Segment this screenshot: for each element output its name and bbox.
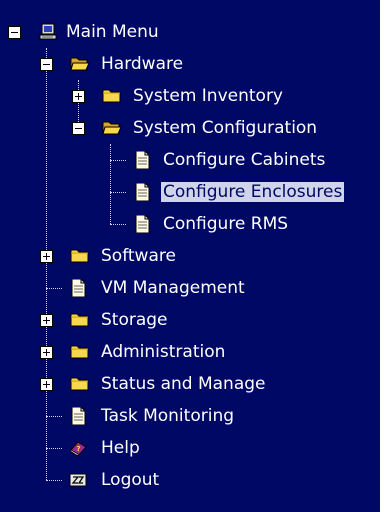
tree-node-label[interactable]: Hardware <box>101 54 183 74</box>
tree-node-help[interactable]: ? Help <box>0 432 380 464</box>
expand-toggle[interactable] <box>40 346 53 359</box>
help-book-icon: ? <box>69 441 87 457</box>
sleep-zz-icon <box>69 473 87 487</box>
tree-node-label[interactable]: Status and Manage <box>101 374 266 394</box>
tree-node-administration[interactable]: Administration <box>0 336 380 368</box>
tree-node-configure-cabinets[interactable]: Configure Cabinets <box>0 144 380 176</box>
tree-node-label[interactable]: Storage <box>101 310 168 330</box>
tree-node-label[interactable]: Administration <box>101 342 225 362</box>
document-icon <box>71 279 86 297</box>
collapse-toggle[interactable] <box>40 58 53 71</box>
collapse-toggle[interactable] <box>8 26 21 39</box>
tree-node-label[interactable]: System Configuration <box>133 118 317 138</box>
tree-node-system-configuration[interactable]: System Configuration <box>0 112 380 144</box>
tree-node-label[interactable]: Help <box>101 438 140 458</box>
folder-icon <box>102 89 121 103</box>
tree-node-configure-enclosures[interactable]: Configure Enclosures <box>0 176 380 208</box>
tree-node-label[interactable]: Configure RMS <box>163 214 288 234</box>
collapse-toggle[interactable] <box>72 122 85 135</box>
tree-node-status-and-manage[interactable]: Status and Manage <box>0 368 380 400</box>
tree-node-main-menu[interactable]: Main Menu <box>0 16 380 48</box>
svg-text:?: ? <box>77 445 81 453</box>
tree-node-label[interactable]: Main Menu <box>66 22 159 42</box>
document-icon <box>71 407 86 425</box>
tree-node-label[interactable]: Software <box>101 246 176 266</box>
expand-toggle[interactable] <box>40 378 53 391</box>
tree-node-task-monitoring[interactable]: Task Monitoring <box>0 400 380 432</box>
tree-node-label[interactable]: Task Monitoring <box>101 406 234 426</box>
folder-icon <box>70 313 89 327</box>
document-icon <box>135 151 150 169</box>
tree-node-label[interactable]: VM Management <box>101 278 245 298</box>
document-icon <box>135 183 150 201</box>
tree-node-vm-management[interactable]: VM Management <box>0 272 380 304</box>
document-icon <box>135 215 150 233</box>
computer-icon <box>39 23 57 40</box>
tree-node-logout[interactable]: Logout <box>0 464 380 496</box>
expand-toggle[interactable] <box>40 250 53 263</box>
main-menu-tree: Main Menu Hardware System Inventory Syst… <box>0 0 380 512</box>
open-folder-icon <box>70 57 90 71</box>
folder-icon <box>70 345 89 359</box>
tree-node-software[interactable]: Software <box>0 240 380 272</box>
open-folder-icon <box>102 121 122 135</box>
folder-icon <box>70 249 89 263</box>
tree-node-configure-rms[interactable]: Configure RMS <box>0 208 380 240</box>
tree-node-label[interactable]: Logout <box>101 470 159 490</box>
tree-node-system-inventory[interactable]: System Inventory <box>0 80 380 112</box>
tree-node-label[interactable]: System Inventory <box>133 86 283 106</box>
expand-toggle[interactable] <box>72 90 85 103</box>
tree-node-hardware[interactable]: Hardware <box>0 48 380 80</box>
expand-toggle[interactable] <box>40 314 53 327</box>
tree-node-label-selected[interactable]: Configure Enclosures <box>161 182 345 202</box>
tree-node-storage[interactable]: Storage <box>0 304 380 336</box>
tree-node-label[interactable]: Configure Cabinets <box>163 150 325 170</box>
folder-icon <box>70 377 89 391</box>
